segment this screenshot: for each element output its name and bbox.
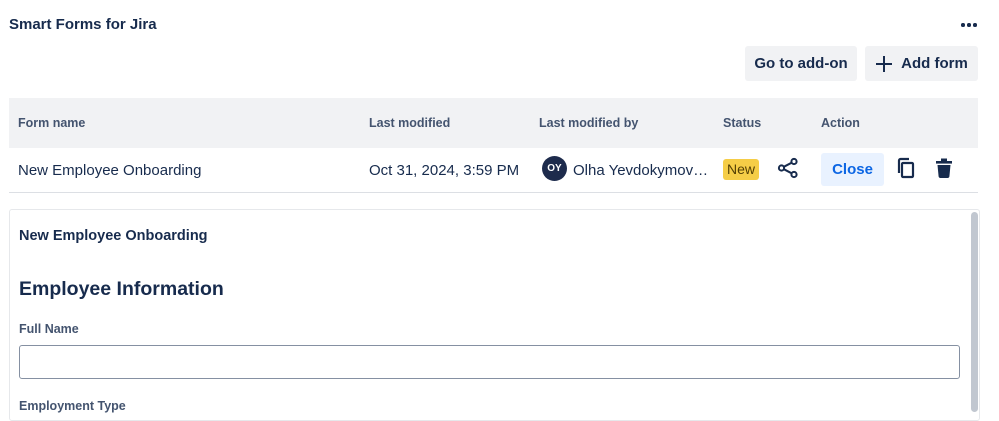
avatar: OY bbox=[542, 156, 567, 181]
more-horizontal-icon bbox=[960, 23, 978, 27]
column-header-status: Status bbox=[723, 116, 762, 130]
add-form-label: Add form bbox=[901, 55, 968, 72]
go-to-add-on-label: Go to add-on bbox=[754, 55, 848, 72]
trash-icon bbox=[935, 158, 953, 183]
forms-table-header: Form name Last modified Last modified by… bbox=[9, 98, 978, 148]
copy-button[interactable] bbox=[895, 157, 917, 184]
preview-form-title: New Employee Onboarding bbox=[19, 228, 208, 244]
full-name-field[interactable] bbox=[19, 345, 960, 379]
close-button[interactable]: Close bbox=[821, 153, 884, 186]
status-badge: New bbox=[723, 159, 760, 180]
close-label: Close bbox=[832, 161, 873, 178]
employment-type-label: Employment Type bbox=[19, 399, 126, 413]
go-to-add-on-button[interactable]: Go to add-on bbox=[745, 46, 857, 81]
more-actions-button[interactable] bbox=[956, 15, 982, 35]
delete-button[interactable] bbox=[933, 158, 955, 182]
column-header-form-name: Form name bbox=[18, 116, 86, 130]
column-header-last-modified-by: Last modified by bbox=[539, 116, 639, 130]
last-modified-by-cell: Olha Yevdokymov… bbox=[573, 162, 709, 179]
plus-icon bbox=[875, 55, 893, 73]
share-button[interactable] bbox=[776, 157, 800, 184]
add-form-button[interactable]: Add form bbox=[865, 46, 978, 81]
full-name-label: Full Name bbox=[19, 322, 79, 336]
app-title: Smart Forms for Jira bbox=[9, 16, 157, 33]
copy-icon bbox=[896, 157, 916, 184]
section-title: Employee Information bbox=[19, 278, 224, 300]
share-icon bbox=[777, 157, 799, 184]
column-header-last-modified: Last modified bbox=[369, 116, 451, 130]
last-modified-cell: Oct 31, 2024, 3:59 PM bbox=[369, 162, 520, 179]
scrollbar[interactable] bbox=[971, 212, 978, 412]
form-name-cell[interactable]: New Employee Onboarding bbox=[18, 162, 201, 179]
form-preview-panel: New Employee Onboarding Employee Informa… bbox=[9, 209, 980, 421]
column-header-action: Action bbox=[821, 116, 860, 130]
table-row: New Employee Onboarding Oct 31, 2024, 3:… bbox=[9, 148, 978, 193]
